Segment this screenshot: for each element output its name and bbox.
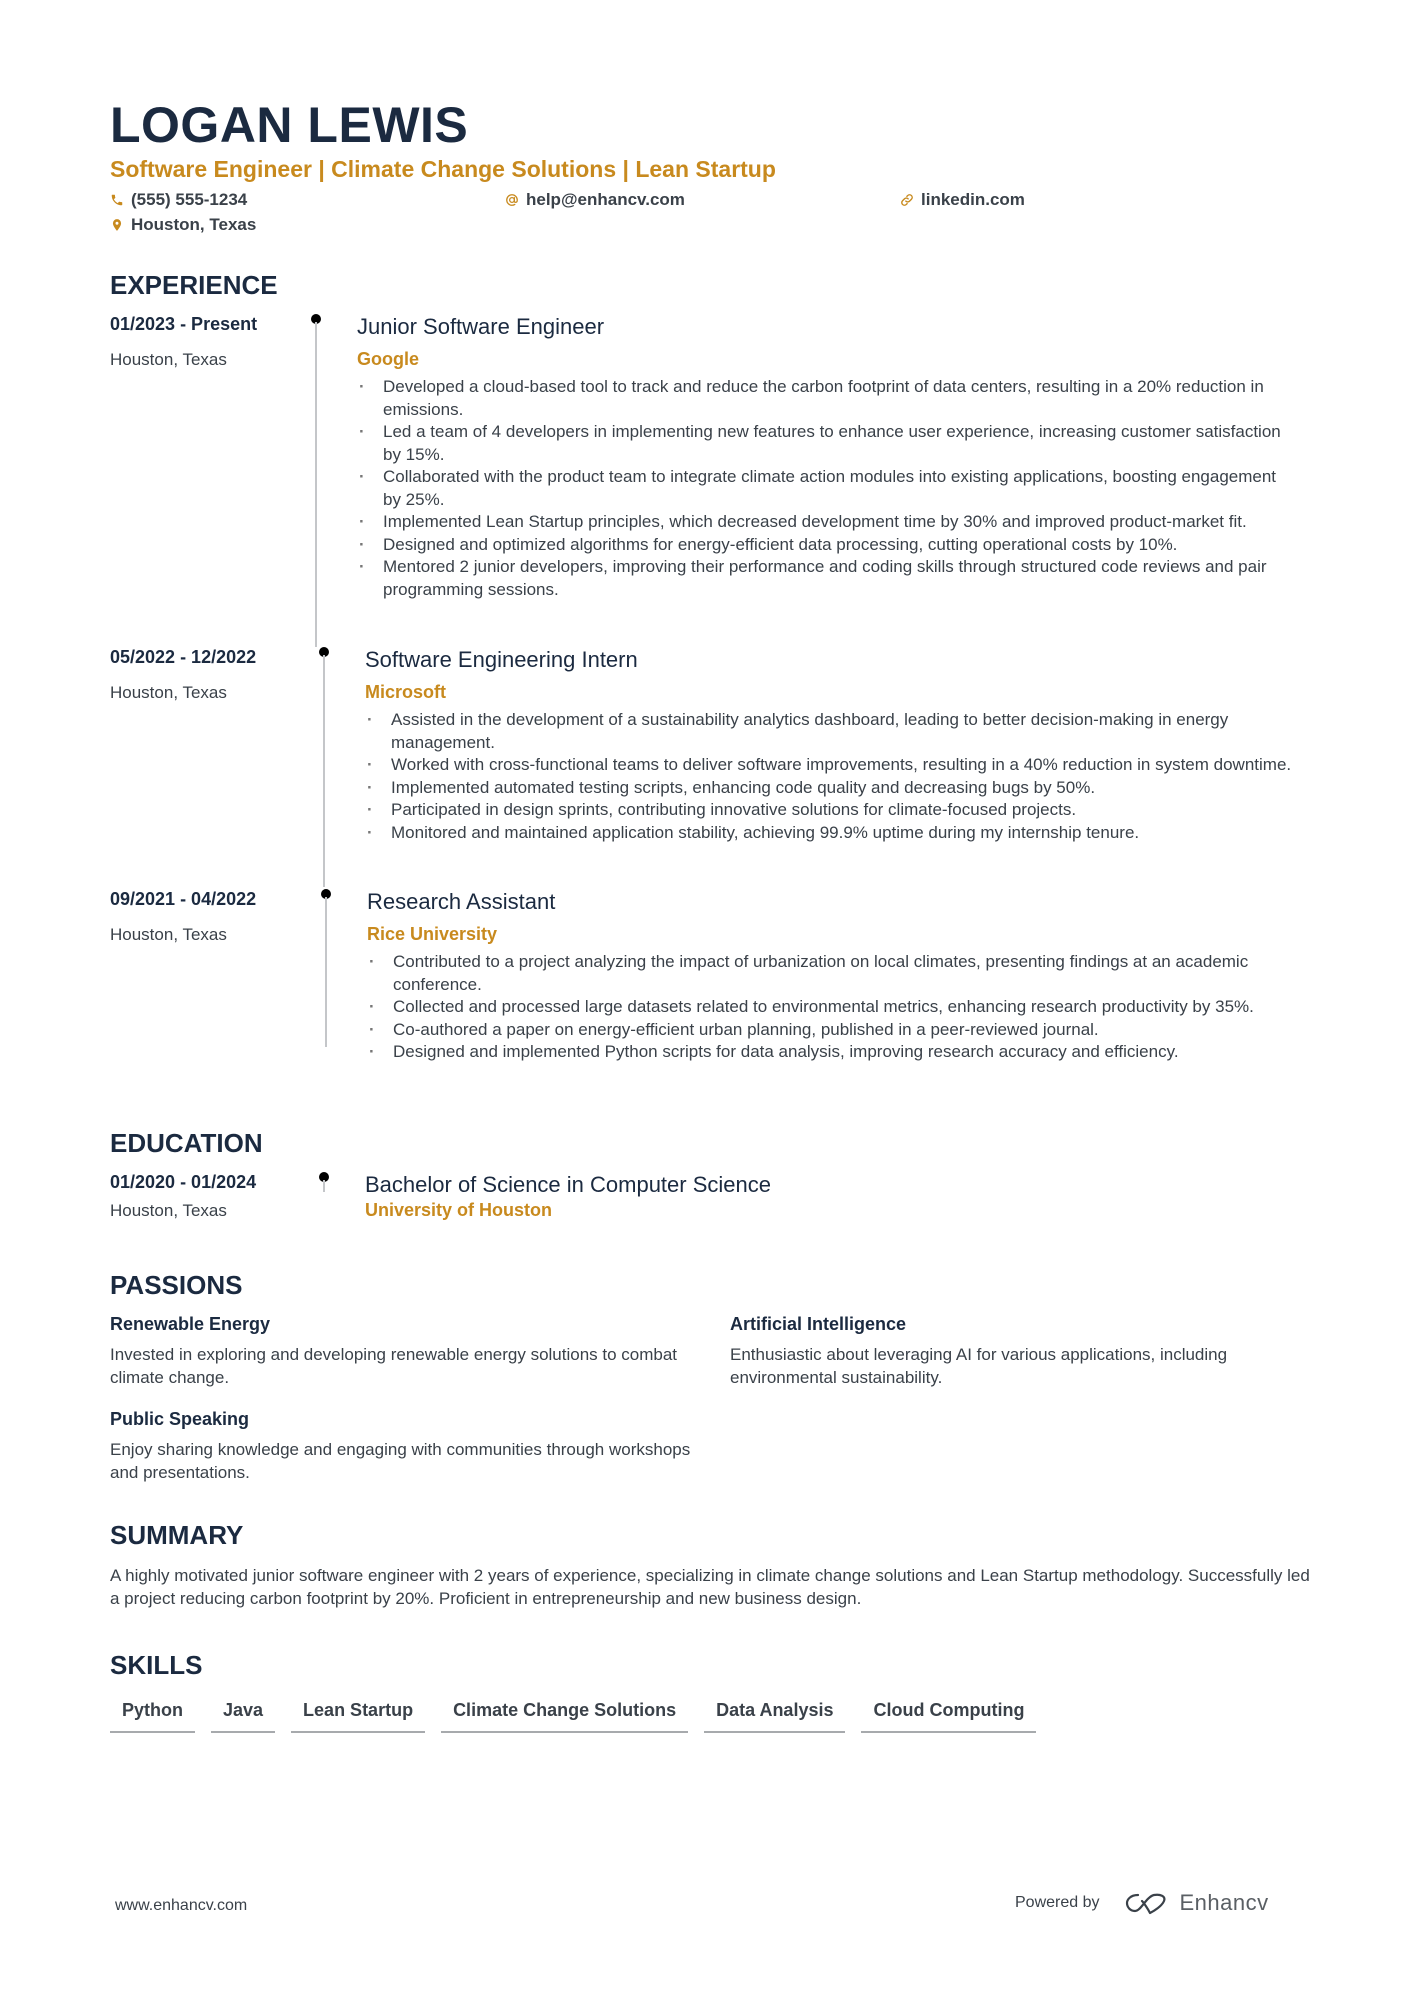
achievement-item: Contributed to a project analyzing the i… [367,951,1307,996]
summary-title: SUMMARY [110,1520,244,1550]
location-pin-icon [112,219,122,231]
achievement-item: Collected and processed large datasets r… [367,996,1307,1019]
company-name: Microsoft [365,682,446,702]
phone-text: (555) 555-1234 [131,190,248,209]
job-title: Software Engineering Intern [365,647,638,672]
passion-title: Artificial Intelligence [730,1314,907,1334]
achievement-item: Collaborated with the product team to in… [357,466,1297,511]
achievement-list: Contributed to a project analyzing the i… [367,951,1307,1064]
passion-title: Renewable Energy [110,1314,271,1334]
timeline-line [315,322,317,647]
email-text: help@enhancv.com [526,190,685,209]
brand-name: Enhancv [1179,1890,1269,1915]
achievement-item: Implemented automated testing scripts, e… [365,777,1305,800]
timeline-line [323,655,325,887]
achievement-list: Assisted in the development of a sustain… [365,709,1305,844]
skill-tag: Cloud Computing [861,1700,1037,1733]
entry-location: Houston, Texas [110,925,227,944]
achievement-item: Implemented Lean Startup principles, whi… [357,511,1297,534]
achievement-item: Developed a cloud-based tool to track an… [357,376,1297,421]
achievement-item: Participated in design sprints, contribu… [365,799,1305,822]
achievement-item: Co-authored a paper on energy-efficient … [367,1019,1307,1042]
skill-tag: Python [110,1700,195,1733]
powered-by-label: Powered by [1015,1894,1100,1911]
achievement-item: Mentored 2 junior developers, improving … [357,556,1297,601]
location-text: Houston, Texas [131,215,257,234]
achievement-item: Led a team of 4 developers in implementi… [357,421,1297,466]
skill-tag: Lean Startup [291,1700,426,1733]
summary-text: A highly motivated junior software engin… [110,1566,1310,1608]
passion-description: Enjoy sharing knowledge and engaging wit… [110,1440,691,1482]
passion-description: Enthusiastic about leveraging AI for var… [730,1345,1228,1387]
passion-description: Invested in exploring and developing ren… [110,1345,678,1387]
timeline-line [323,1180,325,1192]
school-name: University of Houston [365,1200,553,1220]
skill-tag: Java [211,1700,276,1733]
contact-phone: (555) 555-1234 [110,190,247,210]
experience-title: EXPERIENCE [110,270,278,300]
linkedin-text: linkedin.com [921,190,1025,209]
skills-list: Python Java Lean Startup Climate Change … [110,1700,1037,1733]
achievement-item: Assisted in the development of a sustain… [365,709,1305,754]
contact-linkedin[interactable]: linkedin.com [900,190,1025,210]
skill-tag: Climate Change Solutions [441,1700,689,1733]
phone-icon [111,194,123,206]
contact-email[interactable]: help@enhancv.com [505,190,685,210]
achievement-item: Designed and optimized algorithms for en… [357,534,1297,557]
skill-tag: Data Analysis [704,1700,846,1733]
entry-date: 09/2021 - 04/2022 [110,889,257,909]
link-icon [901,194,913,206]
passion-item: Artificial Intelligence Enthusiastic abo… [730,1314,1330,1389]
company-name: Google [357,349,419,369]
skills-title: SKILLS [110,1650,203,1680]
candidate-name: LOGAN LEWIS [110,97,469,153]
entry-location: Houston, Texas [110,1201,227,1220]
entry-date: 05/2022 - 12/2022 [110,647,257,667]
passion-item: Public Speaking Enjoy sharing knowledge … [110,1409,710,1484]
achievement-list: Developed a cloud-based tool to track an… [357,376,1297,601]
enhancv-brand[interactable]: Enhancv [1124,1890,1269,1916]
entry-date: 01/2020 - 01/2024 [110,1172,257,1192]
footer-branding: Powered by Enhancv [1015,1890,1269,1916]
achievement-item: Worked with cross-functional teams to de… [365,754,1305,777]
entry-date: 01/2023 - Present [110,314,258,334]
degree-title: Bachelor of Science in Computer Science [365,1172,771,1197]
entry-location: Houston, Texas [110,350,227,369]
passions-title: PASSIONS [110,1270,243,1300]
contact-location: Houston, Texas [110,215,256,235]
footer-website-link[interactable]: www.enhancv.com [115,1897,247,1915]
enhancv-logo-icon [1125,1893,1165,1915]
achievement-item: Designed and implemented Python scripts … [367,1041,1307,1064]
at-icon [506,194,518,206]
achievement-item: Monitored and maintained application sta… [365,822,1305,845]
education-title: EDUCATION [110,1128,263,1158]
company-name: Rice University [367,924,498,944]
job-title: Research Assistant [367,889,556,914]
timeline-line [325,897,327,1047]
job-title: Junior Software Engineer [357,314,605,339]
headline: Software Engineer | Climate Change Solut… [110,156,776,182]
entry-location: Houston, Texas [110,683,227,702]
passion-item: Renewable Energy Invested in exploring a… [110,1314,710,1389]
passion-title: Public Speaking [110,1409,250,1429]
